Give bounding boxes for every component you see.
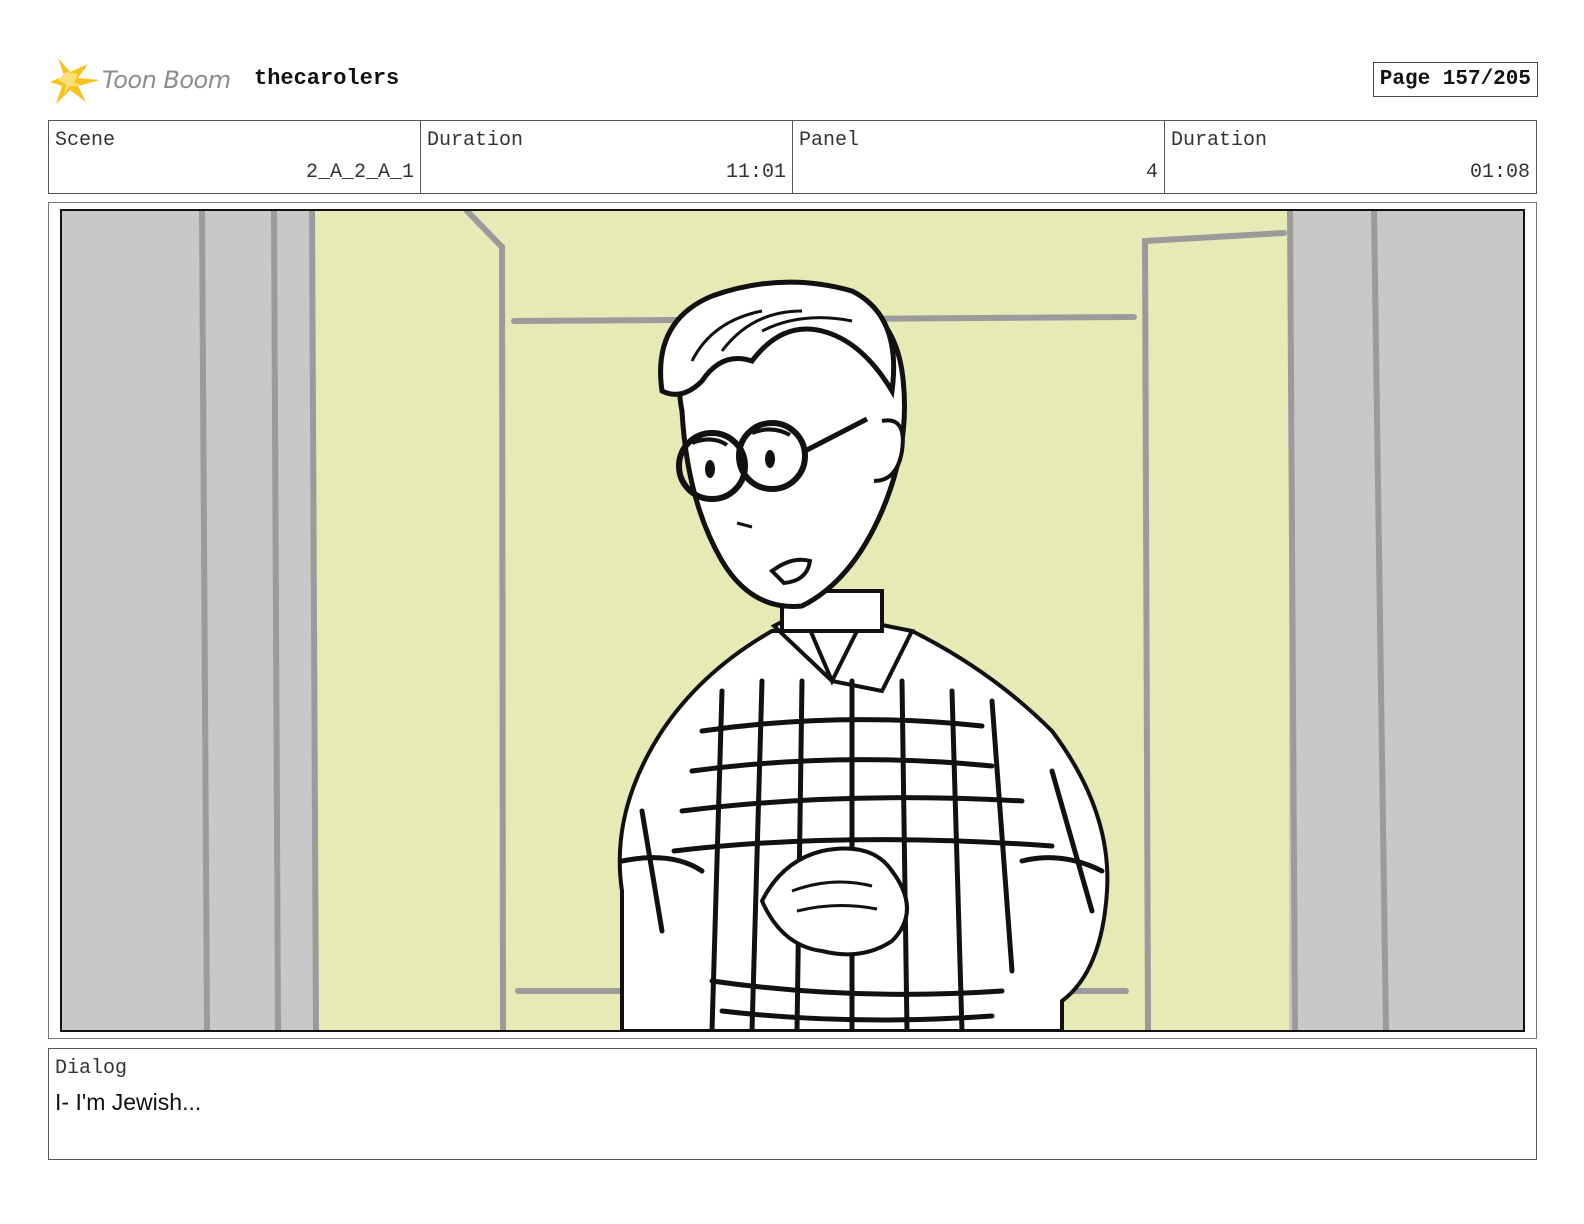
panel-duration-value: 01:08 bbox=[1469, 161, 1530, 184]
page-number: Page 157/205 bbox=[1372, 62, 1538, 97]
scene-duration-label: Duration bbox=[427, 129, 524, 152]
storyboard-drawing bbox=[60, 209, 1525, 1032]
storyboard-sketch-icon bbox=[62, 211, 1523, 1030]
dialog-box: Dialog I- I'm Jewish... bbox=[48, 1048, 1537, 1160]
project-title: thecarolers bbox=[254, 66, 400, 91]
toon-boom-logo: Toon Boom bbox=[48, 56, 238, 106]
panel-duration-label: Duration bbox=[1171, 129, 1268, 152]
page-header: Toon Boom thecarolers Page 157/205 bbox=[48, 52, 1538, 108]
scene-duration-cell: Duration 11:01 bbox=[421, 121, 793, 193]
starburst-icon bbox=[50, 58, 100, 104]
dialog-label: Dialog bbox=[55, 1057, 128, 1080]
panel-duration-cell: Duration 01:08 bbox=[1165, 121, 1536, 193]
scene-duration-value: 11:01 bbox=[725, 161, 786, 184]
scene-label: Scene bbox=[55, 129, 116, 152]
scene-cell: Scene 2_A_2_A_1 bbox=[49, 121, 421, 193]
panel-cell: Panel 4 bbox=[793, 121, 1165, 193]
panel-value: 4 bbox=[1145, 161, 1158, 184]
dialog-text: I- I'm Jewish... bbox=[55, 1089, 202, 1115]
panel-frame bbox=[48, 202, 1537, 1039]
scene-info-row: Scene 2_A_2_A_1 Duration 11:01 Panel 4 D… bbox=[48, 120, 1537, 194]
scene-value: 2_A_2_A_1 bbox=[305, 161, 414, 184]
logo-text: Toon Boom bbox=[102, 66, 231, 94]
panel-label: Panel bbox=[799, 129, 860, 152]
